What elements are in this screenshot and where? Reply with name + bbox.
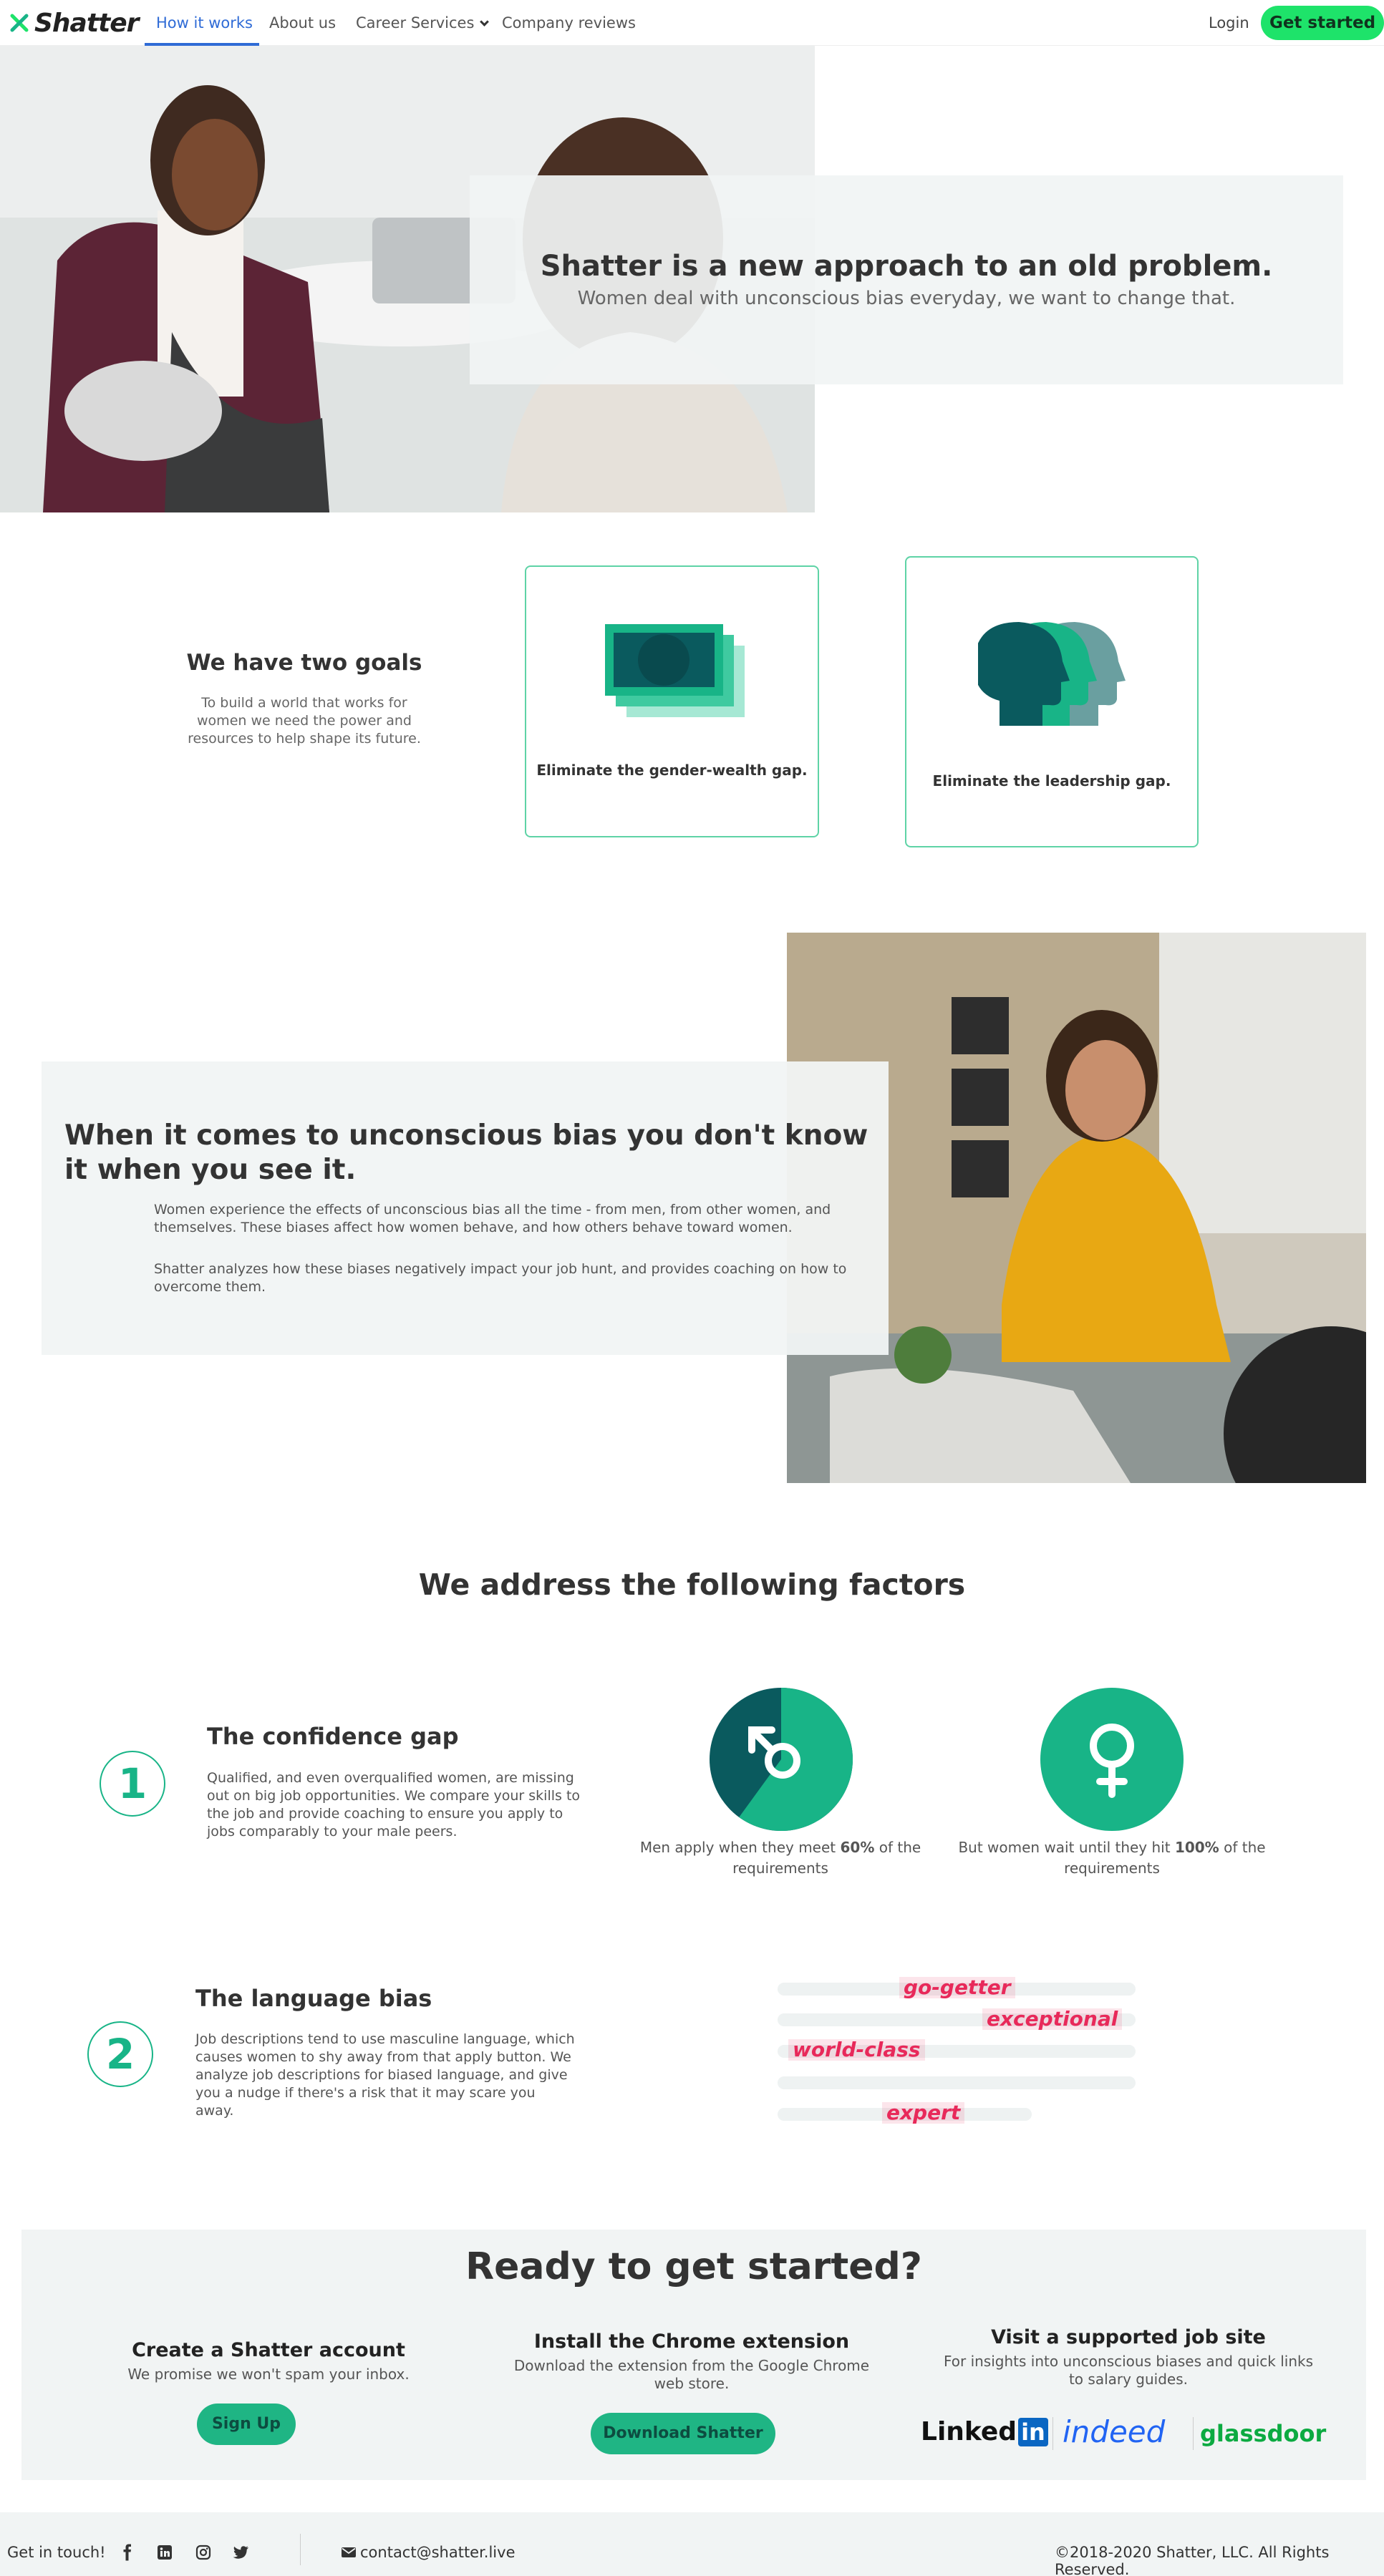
biased-word: go-getter	[899, 1977, 1015, 1998]
biased-word: expert	[882, 2102, 965, 2124]
indeed-logo[interactable]: indeed	[1063, 2414, 1165, 2449]
language-bias-text: Job descriptions tend to use masculine l…	[195, 2031, 575, 2119]
job-text-line	[778, 2076, 1136, 2089]
logo[interactable]: Shatter	[10, 8, 139, 38]
instagram-icon[interactable]	[195, 2544, 212, 2561]
goals-text: To build a world that works for women we…	[188, 695, 421, 747]
goal-card-wealth: Eliminate the gender-wealth gap.	[525, 565, 819, 837]
logo-text: Shatter	[34, 8, 139, 38]
sign-up-button[interactable]: Sign Up	[197, 2404, 296, 2445]
nav-link-career-services[interactable]: Career Services	[356, 13, 490, 34]
women-pie-chart	[1040, 1688, 1184, 1831]
women-pie-slice	[1040, 1688, 1184, 1831]
twitter-icon[interactable]	[232, 2544, 249, 2561]
install-extension-text: Download the extension from the Google C…	[513, 2357, 870, 2392]
goal-card-leadership: Eliminate the leadership gap.	[905, 556, 1199, 847]
biased-word: exceptional	[982, 2008, 1123, 2030]
men-stat-value: 60%	[840, 1839, 875, 1856]
nav-link-career-services-label: Career Services	[356, 14, 475, 31]
bias-card: When it comes to unconscious bias you do…	[42, 1061, 889, 1355]
nav-link-about-us[interactable]: About us	[269, 13, 336, 34]
goal-label-wealth: Eliminate the gender-wealth gap.	[536, 762, 808, 779]
goals-heading: We have two goals	[186, 650, 422, 676]
supported-site-text: For insights into unconscious biases and…	[943, 2353, 1314, 2388]
contact-email-link[interactable]: contact@shatter.live	[360, 2544, 516, 2561]
factor-number-2: 2	[87, 2021, 153, 2087]
footer: Get in touch! contact@shatter.live ©2018…	[0, 2512, 1384, 2576]
get-started-section: Ready to get started? Create a Shatter a…	[21, 2230, 1366, 2480]
footer-divider	[300, 2534, 301, 2565]
women-stat-prefix: But women wait until they hit	[958, 1839, 1175, 1856]
language-bias-title: The language bias	[195, 1985, 432, 2012]
hero-subtitle: Women deal with unconscious bias everyda…	[577, 288, 1236, 309]
goal-label-leadership: Eliminate the leadership gap.	[932, 772, 1171, 789]
brand-divider	[1052, 2417, 1053, 2450]
men-stat-caption: Men apply when they meet 60% of the requ…	[630, 1837, 931, 1879]
get-started-button[interactable]: Get started	[1261, 6, 1384, 40]
nav-link-company-reviews[interactable]: Company reviews	[502, 13, 636, 34]
hero-card: Shatter is a new approach to an old prob…	[470, 175, 1343, 384]
women-stat-value: 100%	[1174, 1839, 1219, 1856]
create-account-title: Create a Shatter account	[132, 2339, 405, 2361]
install-extension-title: Install the Chrome extension	[533, 2330, 850, 2353]
top-nav: Shatter How it works About us Career Ser…	[0, 0, 1384, 46]
confidence-gap-text: Qualified, and even overqualified women,…	[207, 1770, 581, 1839]
bias-paragraph-1: Women experience the effects of unconsci…	[154, 1202, 831, 1235]
envelope-icon	[342, 2547, 356, 2557]
biased-word: world-class	[788, 2039, 925, 2061]
women-stat-caption: But women wait until they hit 100% of th…	[952, 1837, 1272, 1879]
glassdoor-logo[interactable]: glassdoor	[1200, 2420, 1326, 2447]
hero-title: Shatter is a new approach to an old prob…	[540, 250, 1273, 283]
money-icon	[605, 624, 745, 717]
men-pie-chart	[710, 1688, 853, 1831]
bias-paragraph-2: Shatter analyzes how these biases negati…	[154, 1261, 847, 1295]
linkedin-logo-text: Linked	[921, 2417, 1017, 2446]
heads-icon	[978, 622, 1126, 726]
confidence-gap-title: The confidence gap	[207, 1723, 459, 1750]
get-in-touch-label: Get in touch!	[7, 2544, 106, 2561]
factors-heading: We address the following factors	[418, 1568, 966, 1602]
nav-link-how-it-works[interactable]: How it works	[156, 13, 253, 34]
create-account-text: We promise we won't spam your inbox.	[127, 2366, 410, 2383]
men-stat-prefix: Men apply when they meet	[639, 1839, 841, 1856]
login-link[interactable]: Login	[1209, 13, 1249, 33]
linkedin-logo-box: in	[1018, 2418, 1048, 2446]
facebook-icon[interactable]	[119, 2544, 136, 2561]
supported-site-title: Visit a supported job site	[991, 2326, 1266, 2348]
brand-divider	[1193, 2417, 1194, 2450]
shatter-x-icon	[10, 14, 29, 32]
linkedin-icon[interactable]	[156, 2544, 173, 2561]
chevron-down-icon	[480, 17, 490, 26]
bias-heading: When it comes to unconscious bias you do…	[64, 1119, 868, 1186]
factor-number-1: 1	[100, 1751, 165, 1817]
linkedin-logo[interactable]: Linked in	[921, 2417, 1048, 2446]
download-shatter-button[interactable]: Download Shatter	[591, 2413, 775, 2454]
ready-heading: Ready to get started?	[465, 2245, 922, 2288]
copyright-text: ©2018-2020 Shatter, LLC. All Rights Rese…	[1055, 2544, 1330, 2576]
